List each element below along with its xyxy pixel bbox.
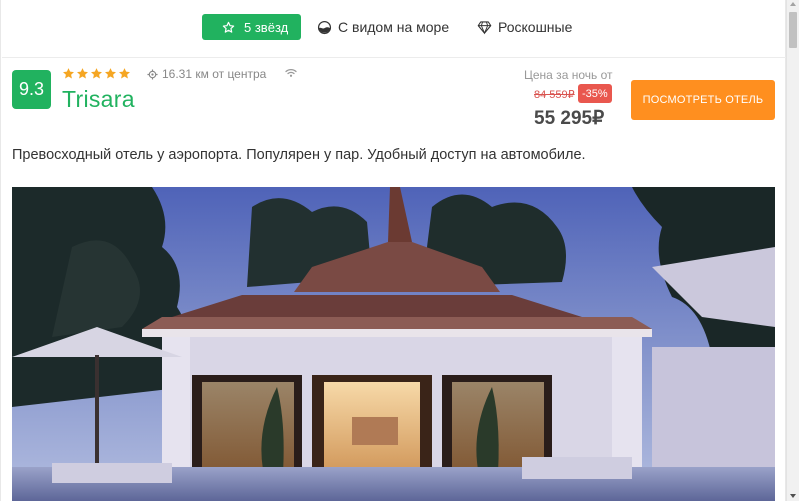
hotel-card: 5 звёзд С видом на море Роскошные 9.3 16… <box>0 0 786 501</box>
filter-sea-view-label: С видом на море <box>338 19 450 35</box>
discount-badge: -35% <box>578 84 612 103</box>
distance-label: 16.31 км от центра <box>162 67 267 81</box>
location-pin-icon <box>147 68 158 80</box>
distance-info: 16.31 км от центра <box>147 67 266 81</box>
diamond-icon <box>476 19 492 35</box>
scroll-down-arrow-icon[interactable] <box>790 494 796 498</box>
view-hotel-button[interactable]: ПОСМОТРЕТЬ ОТЕЛЬ <box>631 80 775 120</box>
scroll-up-arrow-icon[interactable] <box>790 2 796 6</box>
sea-view-icon <box>316 19 332 35</box>
star-rating <box>62 67 131 80</box>
star-icon <box>77 68 88 79</box>
hotel-description: Превосходный отель у аэропорта. Популяре… <box>12 147 586 163</box>
rating-badge: 9.3 <box>12 70 51 109</box>
filter-sea-view[interactable]: С видом на море <box>316 14 449 40</box>
scrollbar[interactable] <box>786 0 799 501</box>
hotel-photo[interactable] <box>12 187 775 501</box>
star-icon <box>91 68 102 79</box>
scroll-thumb[interactable] <box>789 12 797 48</box>
star-outline-icon <box>220 19 236 35</box>
filter-luxury-label: Роскошные <box>498 19 573 35</box>
current-price: 55 295₽ <box>534 108 605 129</box>
price-caption: Цена за ночь от <box>524 68 613 82</box>
filter-bar: 5 звёзд С видом на море Роскошные <box>2 0 786 58</box>
old-price: 84 559₽ <box>534 89 575 101</box>
filter-luxury[interactable]: Роскошные <box>476 14 572 40</box>
page: 5 звёзд С видом на море Роскошные 9.3 16… <box>0 0 799 501</box>
star-icon <box>105 68 116 79</box>
filter-5-stars-label: 5 звёзд <box>244 19 289 35</box>
star-icon <box>119 68 130 79</box>
wifi-icon <box>285 69 297 77</box>
hotel-name[interactable]: Trisara <box>62 86 135 113</box>
filter-5-stars[interactable]: 5 звёзд <box>202 14 301 40</box>
star-icon <box>63 68 74 79</box>
